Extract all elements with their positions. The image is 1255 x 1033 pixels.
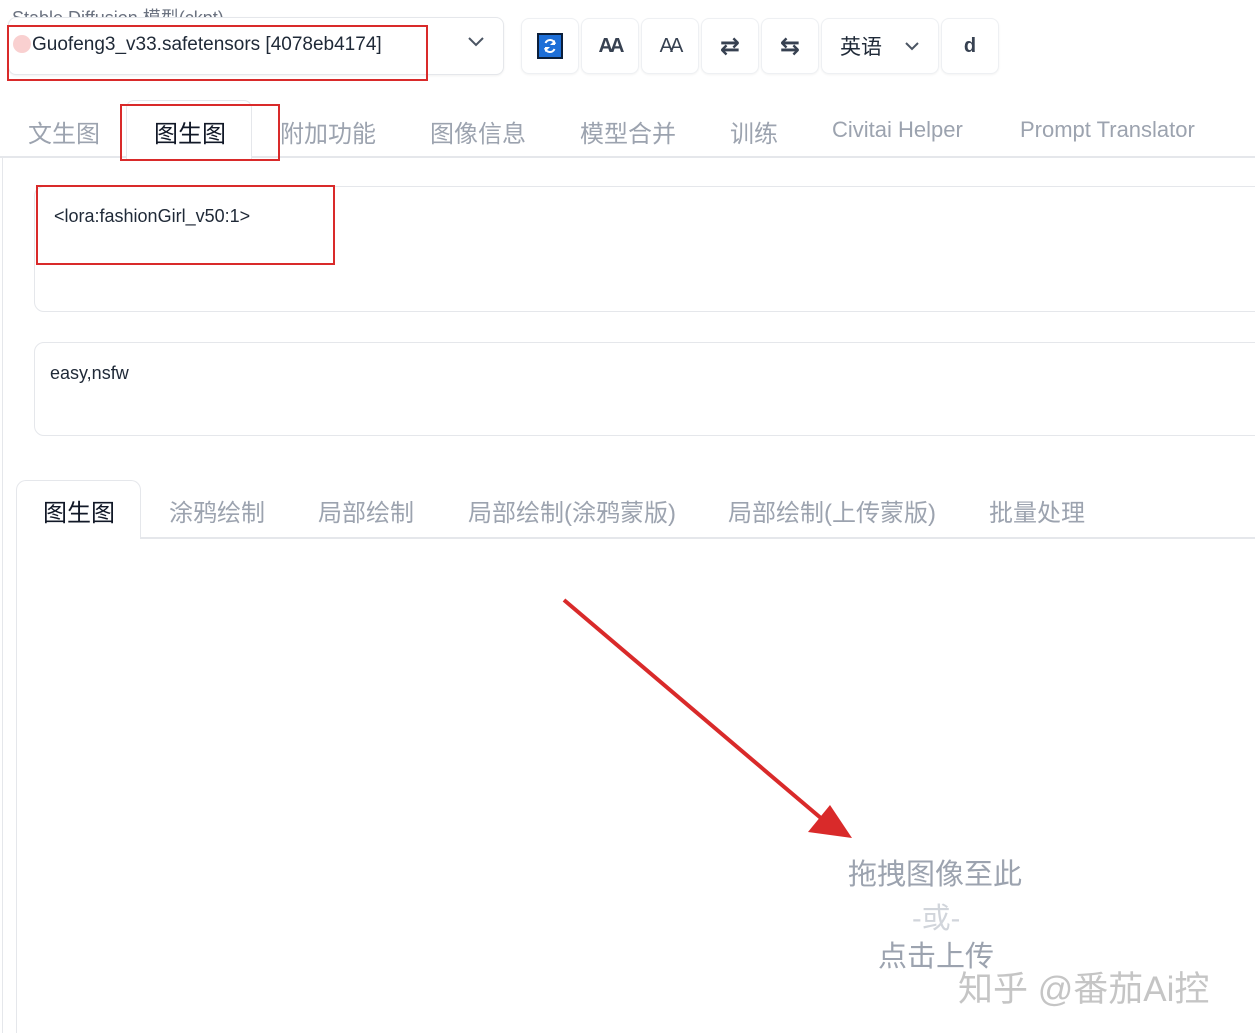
- watermark: 知乎 @番茄Ai控: [958, 970, 1210, 1009]
- annotation-arrow-icon: [562, 598, 852, 838]
